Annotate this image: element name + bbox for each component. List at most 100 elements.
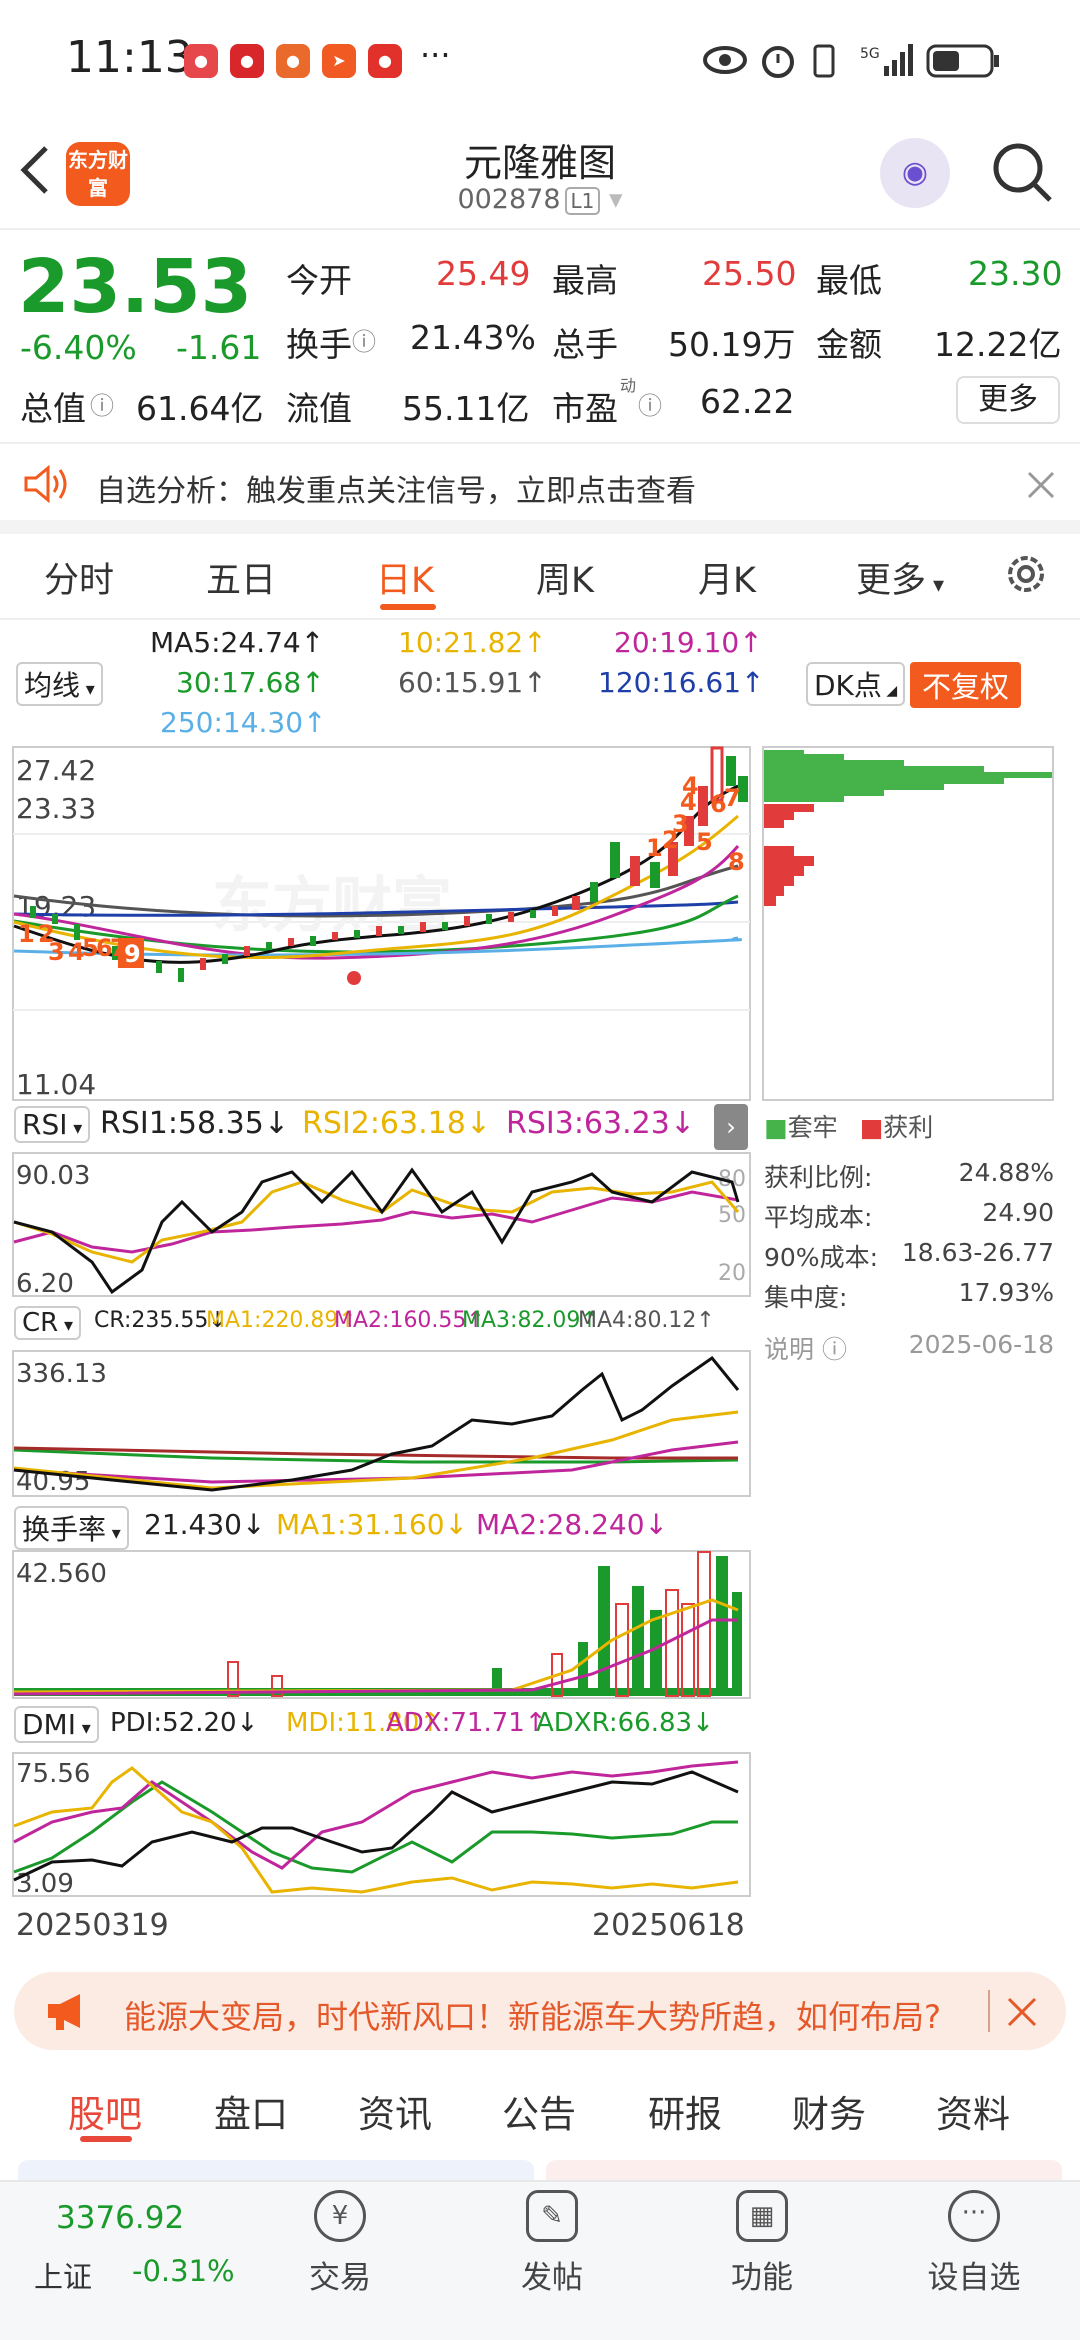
chevron-down-icon: ▾: [608, 184, 623, 215]
network-label: 5G: [860, 46, 880, 62]
app-notification-icon: ●: [184, 44, 218, 78]
tab-minute[interactable]: 分时: [44, 552, 114, 603]
turnover-selector[interactable]: 换手率 ▾: [14, 1506, 129, 1550]
dmi-selector-label: DMI: [22, 1708, 76, 1741]
open-value: 25.49: [436, 254, 531, 293]
chip-stat-label: 集中度:: [764, 1283, 848, 1312]
app-notification-icon: ●: [276, 44, 310, 78]
kline-axis-label: 23.33: [16, 792, 96, 825]
nav-add-watchlist[interactable]: ··· 设自选: [904, 2190, 1044, 2297]
close-icon[interactable]: [1006, 1996, 1038, 2028]
nav-trade[interactable]: ¥ 交易: [270, 2190, 410, 2297]
more-quote-button[interactable]: 更多: [956, 376, 1060, 424]
turnover-selector-label: 换手率: [22, 1513, 107, 1546]
tab-forum[interactable]: 股吧: [68, 2084, 142, 2138]
divider: [988, 1990, 990, 2032]
rsi-selector-label: RSI: [22, 1108, 68, 1141]
watermark: 东方财富: [212, 871, 452, 941]
dmi-chart[interactable]: 75.56 3.09: [12, 1752, 752, 1898]
rsi1-value: RSI1:58.35↓: [100, 1106, 289, 1141]
adjust-mode-button[interactable]: 不复权: [910, 662, 1022, 708]
grid-icon: ▦: [736, 2190, 788, 2242]
low-label: 最低: [816, 261, 882, 300]
stock-header: 东方财富 元隆雅图 002878 L1 ▾ ◉: [0, 120, 1080, 230]
system-status-icons: 5G: [703, 44, 999, 78]
ma-selector-label: 均线: [24, 669, 81, 702]
info-icon[interactable]: ⓘ: [352, 322, 376, 357]
ma-selector[interactable]: 均线 ▾: [16, 662, 103, 706]
kline-marker: 8: [728, 848, 745, 876]
tab-more[interactable]: 更多 ▾: [856, 552, 944, 603]
status-bar: 11:13 ● ● ● ➤ ● ··· 5G: [0, 0, 1080, 120]
app-notification-icon: ●: [368, 44, 402, 78]
notice-text: 自选分析：触发重点关注信号，立即点击查看: [96, 474, 696, 509]
chevron-down-icon: ▾: [80, 679, 95, 700]
chevron-down-icon: ▾: [67, 1118, 83, 1139]
tab-announcements[interactable]: 公告: [502, 2084, 576, 2138]
tab-weekly-k[interactable]: 周K: [536, 552, 594, 603]
chevron-right-icon[interactable]: ›: [714, 1104, 748, 1150]
rsi-axis-label: 90.03: [16, 1161, 90, 1191]
turnover-ma1-value: MA1:31.160↓: [276, 1508, 468, 1541]
chip-distribution-chart[interactable]: [762, 746, 1054, 1102]
kline-marker: 3: [48, 938, 65, 966]
vibrate-icon: [813, 44, 835, 78]
kline-marker: 5: [696, 828, 713, 856]
rsi-axis-label: 20: [718, 1261, 746, 1286]
turnover-axis-label: 42.560: [16, 1559, 107, 1589]
dmi-adx-value: ADX:71.71↑: [386, 1708, 547, 1738]
chevron-down-icon: ▾: [926, 573, 945, 598]
info-icon[interactable]: ⓘ: [638, 386, 662, 421]
nav-post[interactable]: ✎ 发帖: [482, 2190, 622, 2297]
chip-stat-label: 平均成本:: [764, 1203, 873, 1232]
kline-marker: 1: [18, 920, 35, 948]
dmi-selector[interactable]: DMI ▾: [14, 1706, 99, 1743]
float-cap-value: 55.11亿: [402, 389, 530, 428]
search-icon[interactable]: [990, 140, 1056, 206]
dmi-adxr-value: ADXR:66.83↓: [536, 1708, 714, 1738]
tab-order-book[interactable]: 盘口: [214, 2084, 288, 2138]
tab-news[interactable]: 资讯: [358, 2084, 432, 2138]
cr-ma4-value: MA4:80.12↑: [578, 1308, 715, 1333]
end-date: 20250618: [592, 1908, 745, 1943]
nav-post-label: 发帖: [521, 2260, 583, 2296]
tab-five-day[interactable]: 五日: [206, 552, 276, 603]
kline-chart[interactable]: 东方财富 27.42 23.33 19.23 11.04 1 2 3 4 5 6…: [12, 746, 752, 1102]
volume-value: 50.19万: [668, 325, 796, 364]
cr-chart[interactable]: 336.13 40.95: [12, 1350, 752, 1498]
ma30-value: 30:17.68↑: [176, 666, 325, 699]
chip-note-label: 说明: [764, 1335, 815, 1364]
info-icon: ⓘ: [821, 1335, 847, 1364]
tab-monthly-k[interactable]: 月K: [698, 552, 756, 603]
ai-assistant-avatar[interactable]: ◉: [880, 138, 950, 208]
nav-add-watchlist-label: 设自选: [927, 2260, 1021, 2296]
turnover-chart[interactable]: 42.560: [12, 1550, 752, 1700]
tab-financials[interactable]: 财务: [792, 2084, 866, 2138]
tab-daily-k[interactable]: 日K: [376, 552, 434, 603]
rsi-selector[interactable]: RSI ▾: [14, 1106, 91, 1143]
gear-icon[interactable]: [1004, 552, 1048, 596]
divider: [0, 228, 1080, 230]
active-tab-indicator: [80, 2136, 132, 2142]
tab-profile[interactable]: 资料: [936, 2084, 1010, 2138]
dmi-pdi-value: PDI:52.20↓: [110, 1708, 259, 1738]
notice-bar[interactable]: 自选分析：触发重点关注信号，立即点击查看: [0, 442, 1080, 534]
cr-axis-label: 336.13: [16, 1359, 107, 1389]
index-value[interactable]: 3376.92: [56, 2200, 184, 2236]
tab-research[interactable]: 研报: [648, 2084, 722, 2138]
nav-functions[interactable]: ▦ 功能: [692, 2190, 832, 2297]
turnover-ma2-value: MA2:28.240↓: [476, 1508, 668, 1541]
cr-selector[interactable]: CR ▾: [14, 1306, 81, 1340]
close-icon[interactable]: [1026, 470, 1056, 500]
ma10-value: 10:21.82↑: [398, 626, 547, 659]
chip-note[interactable]: 说明 ⓘ: [764, 1330, 847, 1370]
ad-banner[interactable]: 能源大变局，时代新风口！新能源车大势所趋，如何布局?: [14, 1972, 1066, 2050]
profit-legend-marker: ■: [859, 1113, 884, 1142]
rsi-chart[interactable]: 90.03 6.20 80 50 20: [12, 1152, 752, 1298]
info-icon[interactable]: ⓘ: [90, 386, 114, 421]
dk-point-button[interactable]: DK点 ◢: [806, 662, 906, 706]
signal-dot: [347, 971, 361, 985]
kline-axis-label: 11.04: [16, 1068, 96, 1101]
rsi-axis-label: 6.20: [16, 1269, 74, 1298]
alarm-icon: [762, 46, 794, 78]
